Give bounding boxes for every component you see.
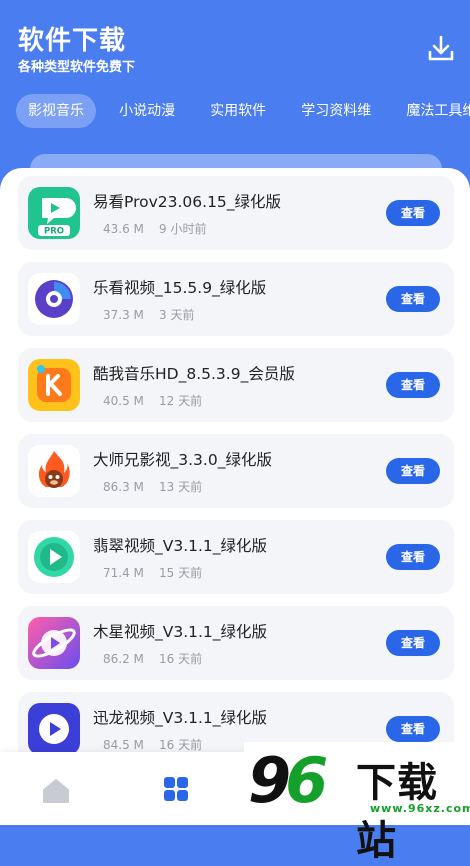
app-meta: 40.5 M 12 天前 xyxy=(103,392,202,409)
view-button[interactable]: 查看 xyxy=(386,544,440,570)
app-time: 13 天前 xyxy=(159,480,203,494)
app-time: 12 天前 xyxy=(159,394,203,408)
watermark-url: www.96xz.com xyxy=(370,802,470,815)
xunlong-icon xyxy=(28,703,80,755)
list-item[interactable]: 翡翠视频_V3.1.1_绿化版 71.4 M 15 天前 查看 xyxy=(18,520,454,594)
app-size: 40.5 M xyxy=(103,394,144,408)
view-button[interactable]: 查看 xyxy=(386,372,440,398)
app-size: 84.5 M xyxy=(103,738,144,752)
app-name: 木星视频_V3.1.1_绿化版 xyxy=(93,623,268,641)
app-meta: 37.3 M 3 天前 xyxy=(103,306,194,323)
app-name: 乐看视频_15.5.9_绿化版 xyxy=(93,279,267,297)
app-time: 15 天前 xyxy=(159,566,203,580)
view-button[interactable]: 查看 xyxy=(386,630,440,656)
app-time: 9 小时前 xyxy=(159,222,207,236)
app-name: 迅龙视频_V3.1.1_绿化版 xyxy=(93,709,268,727)
app-name: 大师兄影视_3.3.0_绿化版 xyxy=(93,451,272,469)
list-item[interactable]: 乐看视频_15.5.9_绿化版 37.3 M 3 天前 查看 xyxy=(18,262,454,336)
watermark-number: 96 xyxy=(248,744,328,817)
app-name: 酷我音乐HD_8.5.3.9_会员版 xyxy=(93,365,295,383)
view-button[interactable]: 查看 xyxy=(386,716,440,742)
tab-study-materials[interactable]: 学习资料维 xyxy=(289,94,383,128)
app-size: 86.3 M xyxy=(103,480,144,494)
view-button[interactable]: 查看 xyxy=(386,286,440,312)
kuwo-icon xyxy=(28,359,80,411)
list-item[interactable]: PRO 易看Prov23.06.15_绿化版 43.6 M 9 小时前 查看 xyxy=(18,176,454,250)
tab-novels-anime[interactable]: 小说动漫 xyxy=(107,94,187,128)
grid-icon[interactable] xyxy=(163,776,189,802)
app-size: 43.6 M xyxy=(103,222,144,236)
app-list: PRO 易看Prov23.06.15_绿化版 43.6 M 9 小时前 查看 乐看… xyxy=(0,168,470,825)
page-title: 软件下载 xyxy=(18,26,127,56)
app-meta: 86.3 M 13 天前 xyxy=(103,478,202,495)
home-icon[interactable] xyxy=(42,778,70,804)
dashixiong-icon xyxy=(28,445,80,497)
app-time: 16 天前 xyxy=(159,652,203,666)
app-meta: 71.4 M 15 天前 xyxy=(103,564,202,581)
view-button[interactable]: 查看 xyxy=(386,458,440,484)
tab-utilities[interactable]: 实用软件 xyxy=(198,94,278,128)
category-tabs: 影视音乐 小说动漫 实用软件 学习资料维 魔法工具维 xyxy=(16,94,470,130)
feicui-icon xyxy=(28,531,80,583)
view-button[interactable]: 查看 xyxy=(386,200,440,226)
app-size: 37.3 M xyxy=(103,308,144,322)
app-time: 16 天前 xyxy=(159,738,203,752)
app-meta: 86.2 M 16 天前 xyxy=(103,650,202,667)
app-meta: 43.6 M 9 小时前 xyxy=(103,220,206,237)
yikan-icon: PRO xyxy=(28,187,80,239)
list-item[interactable]: 大师兄影视_3.3.0_绿化版 86.3 M 13 天前 查看 xyxy=(18,434,454,508)
app-size: 71.4 M xyxy=(103,566,144,580)
download-icon[interactable] xyxy=(424,32,458,66)
muxing-icon xyxy=(28,617,80,669)
page-subtitle: 各种类型软件免费下 xyxy=(18,60,136,75)
app-size: 86.2 M xyxy=(103,652,144,666)
list-item[interactable]: 木星视频_V3.1.1_绿化版 86.2 M 16 天前 查看 xyxy=(18,606,454,680)
tab-movies-music[interactable]: 影视音乐 xyxy=(16,94,96,128)
svg-text:PRO: PRO xyxy=(44,227,64,237)
header: 软件下载 各种类型软件免费下 影视音乐 小说动漫 实用软件 学习资料维 魔法工具… xyxy=(0,0,470,184)
app-name: 翡翠视频_V3.1.1_绿化版 xyxy=(93,537,268,555)
lekan-icon xyxy=(28,273,80,325)
watermark-logo: 96 下载站 www.96xz.com xyxy=(244,742,470,864)
list-item[interactable]: 酷我音乐HD_8.5.3.9_会员版 40.5 M 12 天前 查看 xyxy=(18,348,454,422)
app-name: 易看Prov23.06.15_绿化版 xyxy=(93,193,282,211)
app-meta: 84.5 M 16 天前 xyxy=(103,736,202,753)
app-time: 3 天前 xyxy=(159,308,195,322)
tab-magic-tools[interactable]: 魔法工具维 xyxy=(394,94,470,128)
